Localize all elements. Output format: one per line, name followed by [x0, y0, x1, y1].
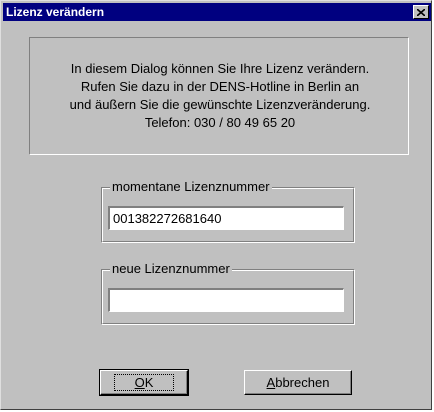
ok-label-rest: K [144, 375, 154, 390]
ok-mnemonic: O [134, 375, 145, 390]
title-bar[interactable]: Lizenz verändern [3, 3, 431, 21]
phone-line: Telefon: 030 / 80 49 65 20 [144, 115, 296, 130]
close-icon [417, 8, 425, 16]
info-line: In diesem Dialog können Sie Ihre Lizenz … [70, 61, 370, 76]
current-license-group: momentane Lizenznummer [101, 179, 355, 243]
info-panel: In diesem Dialog können Sie Ihre Lizenz … [29, 37, 409, 155]
close-button[interactable] [413, 5, 429, 19]
cancel-label-rest: bbrechen [275, 375, 330, 390]
dialog-title: Lizenz verändern [6, 5, 105, 19]
info-line: Rufen Sie dazu in der DENS-Hotline in Be… [80, 79, 360, 94]
license-dialog: Lizenz verändern In diesem Dialog können… [0, 0, 432, 410]
new-license-field[interactable] [108, 288, 344, 312]
current-license-field[interactable] [108, 206, 344, 230]
current-license-label: momentane Lizenznummer [110, 179, 272, 195]
ok-button[interactable]: OK [99, 369, 189, 396]
ok-label: OK [113, 374, 175, 391]
cancel-button[interactable]: Abbrechen [244, 370, 352, 395]
info-line: und äußern Sie die gewünschte Lizenzverä… [69, 97, 371, 112]
new-license-group: neue Lizenznummer [101, 261, 355, 325]
new-license-label: neue Lizenznummer [110, 261, 232, 277]
cancel-label: Abbrechen [267, 375, 330, 390]
cancel-mnemonic: A [266, 375, 276, 390]
info-text: In diesem Dialog können Sie Ihre Lizenz … [30, 60, 410, 132]
